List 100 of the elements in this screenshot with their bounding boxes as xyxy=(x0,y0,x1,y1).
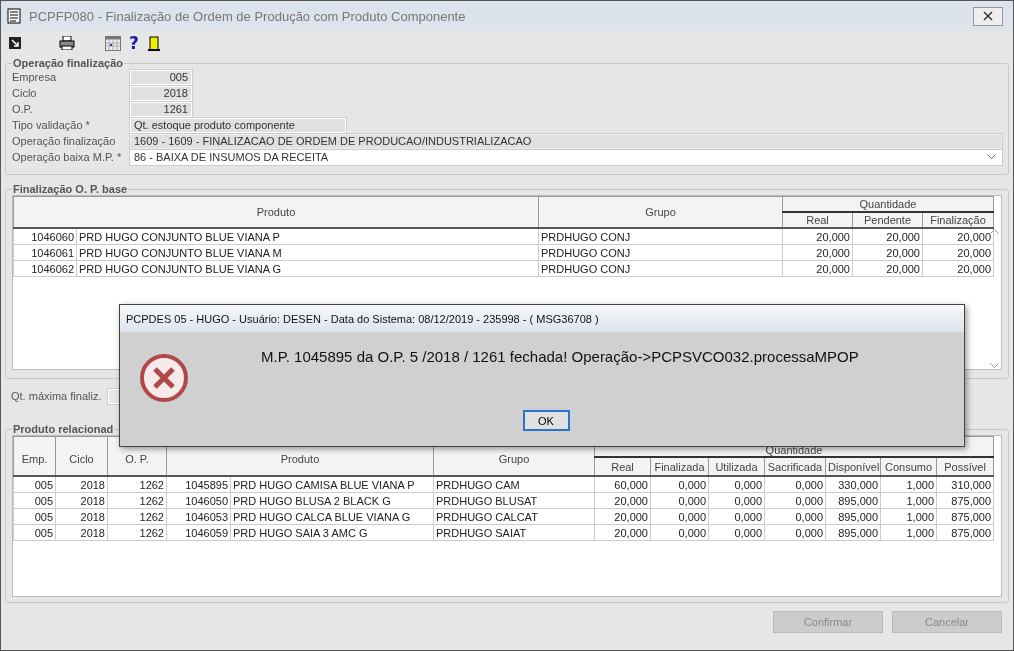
table-cell: 005 xyxy=(13,524,56,541)
table-cell: 1046062 xyxy=(13,260,77,277)
ok-button[interactable]: OK xyxy=(522,410,570,431)
table-cell: 20,000 xyxy=(594,492,651,509)
column-group-header: Quantidade xyxy=(782,196,994,212)
table-cell: 20,000 xyxy=(782,244,853,261)
door-icon[interactable] xyxy=(146,35,161,51)
table-cell: 2018 xyxy=(55,476,108,493)
table-cell: 0,000 xyxy=(708,476,765,493)
field-label: Ciclo xyxy=(12,87,38,99)
table-cell: 1262 xyxy=(107,508,167,525)
chevron-down-icon[interactable] xyxy=(987,154,996,160)
table-cell: 20,000 xyxy=(922,244,994,261)
table-cell: 2018 xyxy=(55,524,108,541)
table-cell: PRDHUGO CONJ xyxy=(538,228,783,245)
table-cell: 20,000 xyxy=(782,260,853,277)
table-cell: 0,000 xyxy=(650,508,709,525)
column-header[interactable]: Emp. xyxy=(13,436,56,476)
table-cell: 20,000 xyxy=(594,508,651,525)
table-cell: PRD HUGO CONJUNTO BLUE VIANA M xyxy=(76,244,539,261)
field-label: Operação baixa M.P. * xyxy=(12,151,123,163)
close-icon[interactable] xyxy=(983,11,993,21)
group-title: Finalização O. P. base xyxy=(12,183,129,195)
window-title: PCPFP080 - Finalização de Ordem de Produção com Produto Componente xyxy=(29,8,467,24)
table-cell: PRDHUGO BLUSAT xyxy=(433,492,595,509)
input-field[interactable]: 2018 xyxy=(130,85,192,101)
table-cell: 310,000 xyxy=(936,476,994,493)
dialog-title: PCPDES 05 - HUGO - Usuário: DESEN - Data do Sistema: 08/12/2019 - 235998 - ( MSG36708 ) xyxy=(120,305,964,332)
input-field[interactable]: 1609 - 1609 - FINALIZACAO DE ORDEM DE PRODUCAO/INDUSTRIALIZACAO xyxy=(130,133,1002,149)
table-cell: 1262 xyxy=(107,476,167,493)
table-cell: 1,000 xyxy=(880,508,937,525)
table-cell: 1045895 xyxy=(166,476,231,493)
table-cell: 895,000 xyxy=(825,508,881,525)
table-cell: 20,000 xyxy=(782,228,853,245)
table-cell: PRD HUGO CALCA BLUE VIANA G xyxy=(230,508,434,525)
calendar-icon[interactable] xyxy=(105,35,121,51)
field-label: Empresa xyxy=(12,71,58,83)
input-field[interactable]: 1261 xyxy=(130,101,192,117)
column-header[interactable]: Produto xyxy=(13,196,539,228)
table-cell: 20,000 xyxy=(922,228,994,245)
table-cell: 2018 xyxy=(55,508,108,525)
group-title: Operação finalização xyxy=(12,57,125,69)
table-cell: 20,000 xyxy=(852,228,923,245)
table-cell: PRD HUGO CAMISA BLUE VIANA P xyxy=(230,476,434,493)
arrow-icon[interactable] xyxy=(9,37,21,49)
table-cell: 1,000 xyxy=(880,476,937,493)
table-cell: 875,000 xyxy=(936,508,994,525)
table-cell: 005 xyxy=(13,508,56,525)
error-message: M.P. 1045895 da O.P. 5 /2018 / 1261 fechada! Operação->PCPSVCO032.processaMPOP xyxy=(261,348,859,365)
table-cell: PRDHUGO CONJ xyxy=(538,244,783,261)
group-title: Produto relacionad xyxy=(12,423,115,435)
table-cell: 1046061 xyxy=(13,244,77,261)
column-header[interactable]: Ciclo xyxy=(55,436,108,476)
help-icon[interactable]: ? xyxy=(129,33,139,53)
table-cell: PRDHUGO SAIAT xyxy=(433,524,595,541)
table-cell: 1046053 xyxy=(166,508,231,525)
table-cell: 005 xyxy=(13,476,56,493)
table-cell: 1046059 xyxy=(166,524,231,541)
field-label: Tipo validação * xyxy=(12,119,91,131)
table-cell: 0,000 xyxy=(650,492,709,509)
table-cell: 0,000 xyxy=(764,492,826,509)
scroll-down-icon[interactable] xyxy=(990,363,999,369)
printer-icon[interactable] xyxy=(59,36,75,50)
table-cell: 0,000 xyxy=(708,524,765,541)
table-cell: 330,000 xyxy=(825,476,881,493)
table-cell: 20,000 xyxy=(852,260,923,277)
table-cell: 895,000 xyxy=(825,524,881,541)
table-cell: 2018 xyxy=(55,492,108,509)
scroll-up-icon[interactable] xyxy=(990,228,999,234)
table-cell: 60,000 xyxy=(594,476,651,493)
table-cell: PRD HUGO SAIA 3 AMC G xyxy=(230,524,434,541)
table-cell: 1,000 xyxy=(880,492,937,509)
table-cell: 0,000 xyxy=(708,492,765,509)
input-field[interactable]: Qt. estoque produto componente xyxy=(130,117,346,133)
table-cell: PRD HUGO BLUSA 2 BLACK G xyxy=(230,492,434,509)
table-cell: 0,000 xyxy=(764,524,826,541)
table-cell: PRD HUGO CONJUNTO BLUE VIANA P xyxy=(76,228,539,245)
table-cell: 895,000 xyxy=(825,492,881,509)
table-cell: 1262 xyxy=(107,492,167,509)
table-cell: 1,000 xyxy=(880,524,937,541)
table-cell: PRDHUGO CAM xyxy=(433,476,595,493)
dropdown-field[interactable]: 86 - BAIXA DE INSUMOS DA RECEITA xyxy=(130,149,1002,165)
table-cell: 0,000 xyxy=(764,476,826,493)
table-cell: 0,000 xyxy=(764,508,826,525)
column-header[interactable]: Grupo xyxy=(538,196,783,228)
field-label: Qt. máxima finaliz. xyxy=(11,390,103,402)
table-cell: 1262 xyxy=(107,524,167,541)
close-button[interactable] xyxy=(973,6,1003,26)
table-cell: PRD HUGO CONJUNTO BLUE VIANA G xyxy=(76,260,539,277)
input-field[interactable]: 005 xyxy=(130,69,192,85)
table-cell: 0,000 xyxy=(650,524,709,541)
table-cell: PRDHUGO CONJ xyxy=(538,260,783,277)
document-icon xyxy=(7,8,21,24)
table-cell: 20,000 xyxy=(852,244,923,261)
table-cell: 005 xyxy=(13,492,56,509)
table-cell: PRDHUGO CALCAT xyxy=(433,508,595,525)
table-cell: 0,000 xyxy=(650,476,709,493)
table-cell: 1046050 xyxy=(166,492,231,509)
field-label: Operação finalização xyxy=(12,135,117,147)
table-cell: 875,000 xyxy=(936,492,994,509)
